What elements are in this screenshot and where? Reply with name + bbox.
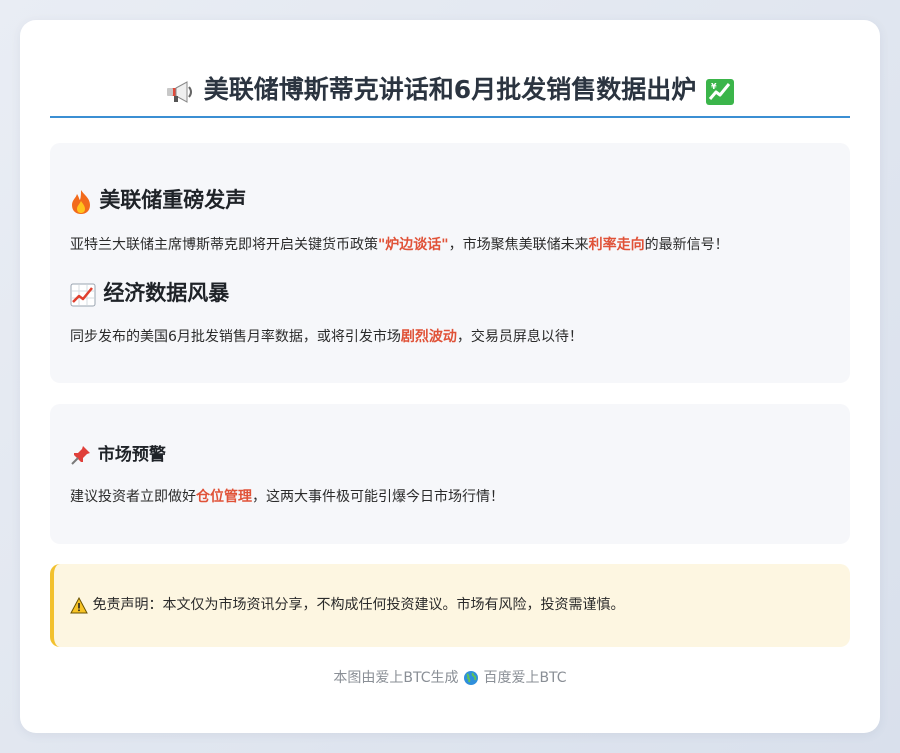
footer-generated-by: 本图由爱上BTC生成 <box>333 670 459 686</box>
highlight-volatility: 剧烈波动 <box>400 329 457 345</box>
title-divider <box>50 116 850 118</box>
highlight-fireside-chat: "炉边谈话" <box>378 237 449 253</box>
chart-increasing-icon <box>70 279 96 309</box>
fed-paragraph: 亚特兰大联储主席博斯蒂克即将开启关键货币政策"炉边谈话"，市场聚焦美联储未来利率… <box>70 237 729 253</box>
footer-source: 百度爱上BTC <box>483 670 567 686</box>
data-paragraph: 同步发布的美国6月批发销售月率数据，或将引发市场剧烈波动，交易员屏息以待！ <box>70 329 583 345</box>
content-card: 美联储博斯蒂克讲话和6月批发销售数据出炉 ¥ 美联储重磅发声 亚特兰大联储主席博… <box>20 20 880 733</box>
alert-paragraph: 建议投资者立即做好仓位管理，这两大事件极可能引爆今日市场行情！ <box>70 489 504 505</box>
globe-icon <box>463 667 479 689</box>
page-title: 美联储博斯蒂克讲话和6月批发销售数据出炉 ¥ <box>50 72 850 109</box>
svg-text:¥: ¥ <box>711 82 717 91</box>
disclaimer-box: 免责声明：本文仅为市场资讯分享，不构成任何投资建议。市场有风险，投资需谨慎。 <box>50 564 850 647</box>
section-heading-alert: 市场预警 <box>70 442 166 468</box>
alert-section: 市场预警 建议投资者立即做好仓位管理，这两大事件极可能引爆今日市场行情！ <box>50 404 850 544</box>
news-section: 美联储重磅发声 亚特兰大联储主席博斯蒂克即将开启关键货币政策"炉边谈话"，市场聚… <box>50 143 850 383</box>
pushpin-icon <box>70 442 92 468</box>
warning-icon <box>70 594 88 616</box>
fire-icon <box>70 186 92 216</box>
section-heading-fed: 美联储重磅发声 <box>70 185 246 216</box>
title-text: 美联储博斯蒂克讲话和6月批发销售数据出炉 <box>203 75 697 104</box>
highlight-position-management: 仓位管理 <box>196 489 252 505</box>
chart-increasing-icon: ¥ <box>705 73 735 109</box>
highlight-rate-direction: 利率走向 <box>588 237 645 253</box>
disclaimer-text: 免责声明：本文仅为市场资讯分享，不构成任何投资建议。市场有风险，投资需谨慎。 <box>70 594 624 616</box>
section-heading-data: 经济数据风暴 <box>70 278 229 309</box>
footer: 本图由爱上BTC生成 百度爱上BTC <box>20 667 880 689</box>
megaphone-icon <box>165 73 195 109</box>
